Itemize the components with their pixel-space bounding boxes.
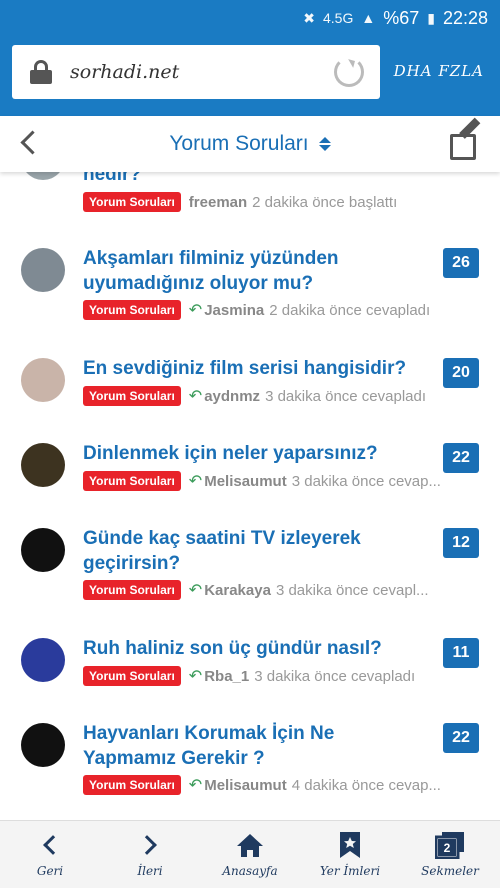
nav-forward-button[interactable]: İleri — [100, 821, 200, 888]
category-badge[interactable]: Yorum Soruları — [83, 386, 181, 406]
clock: 22:28 — [442, 7, 488, 28]
reply-count: 22 — [443, 723, 479, 753]
bottom-navigation: Geri İleri Anasayfa Yer İmleri 2 Sekmele… — [0, 820, 500, 888]
more-button[interactable]: DHA FZLA — [394, 62, 484, 80]
topic-title[interactable]: Ruh haliniz son üç gündür nasıl? — [83, 636, 423, 661]
topic-title[interactable]: Günde kaç saatini TV izleyerek geçirirsi… — [83, 526, 423, 576]
topic-title[interactable]: En sevdiğiniz film serisi hangisidir? — [83, 356, 423, 381]
address-bar[interactable]: sorhadi.net — [12, 45, 380, 99]
topic-user[interactable]: Karakaya — [204, 582, 271, 599]
topic-time: 2 dakika önce başlattı — [252, 193, 398, 211]
topic-title[interactable]: Dinlenmek için neler yaparsınız? — [83, 441, 423, 466]
avatar — [21, 723, 65, 767]
nav-back-button[interactable]: Geri — [0, 821, 100, 888]
avatar — [21, 638, 65, 682]
topic-meta: Yorum Soruları ↶ Jasmina 2 dakika önce c… — [83, 300, 430, 320]
category-badge[interactable]: Yorum Soruları — [83, 192, 181, 212]
signal-icon: ▲ — [361, 10, 376, 26]
back-arrow-icon[interactable] — [18, 130, 42, 158]
chevron-left-icon — [43, 834, 63, 855]
topic-time: 3 dakika önce cevapl... — [275, 581, 429, 599]
tabs-icon: 2 — [435, 831, 465, 859]
topic-time: 3 dakika önce cevapladı — [254, 667, 416, 685]
reply-icon: ↶ — [188, 473, 203, 490]
topic-user[interactable]: Melisaumut — [204, 473, 287, 490]
topic-title[interactable]: Hayvanları Korumak İçin Ne Yapmamız Gere… — [83, 721, 423, 771]
reply-count: 26 — [443, 248, 479, 278]
topic-title[interactable]: Akşamları filminiz yüzünden uyumadığınız… — [83, 246, 423, 296]
avatar — [21, 443, 65, 487]
topic-time: 2 dakika önce cevapladı — [269, 301, 431, 319]
reply-count: 11 — [443, 638, 479, 668]
lock-icon — [30, 60, 52, 84]
category-badge[interactable]: Yorum Soruları — [83, 666, 181, 686]
topic-meta: Yorum Soruları ↶ Melisaumut 3 dakika önc… — [83, 471, 441, 491]
category-badge[interactable]: Yorum Soruları — [83, 471, 181, 491]
page-header: Yorum Soruları — [0, 116, 500, 172]
new-topic-icon[interactable] — [450, 117, 484, 160]
topic-user[interactable]: Melisaumut — [204, 777, 287, 794]
category-badge[interactable]: Yorum Soruları — [83, 300, 181, 320]
nav-home-button[interactable]: Anasayfa — [200, 821, 300, 888]
topic-meta: Yorum Soruları ↶ Karakaya 3 dakika önce … — [83, 580, 429, 600]
reply-icon: ↶ — [188, 582, 203, 599]
nav-back-label: Geri — [36, 863, 64, 878]
topic-user[interactable]: Jasmina — [204, 302, 264, 319]
bookmark-icon — [338, 831, 362, 858]
topic-meta: Yorum Soruları ↶ Rba_1 3 dakika önce cev… — [83, 666, 415, 686]
topic-meta: Yorum Soruları ↶ aydnmz 3 dakika önce ce… — [83, 386, 426, 406]
avatar — [21, 358, 65, 402]
reply-icon: ↶ — [188, 302, 203, 319]
topic-meta: Yorum Soruları ↶ Melisaumut 4 dakika önc… — [83, 775, 441, 795]
nav-bookmarks-button[interactable]: Yer İmleri — [300, 821, 400, 888]
reply-count: 22 — [443, 443, 479, 473]
tabs-count: 2 — [444, 841, 451, 855]
browser-toolbar: sorhadi.net DHA FZLA — [0, 36, 500, 116]
nav-bookmarks-label: Yer İmleri — [319, 863, 381, 878]
topic-time: 4 dakika önce cevap... — [291, 776, 441, 794]
reply-count: 12 — [443, 528, 479, 558]
topic-time: 3 dakika önce cevapladı — [265, 387, 427, 405]
reply-icon: ↶ — [188, 777, 203, 794]
category-badge[interactable]: Yorum Soruları — [83, 775, 181, 795]
status-bar: ✖ 4.5G ▲ %67 ▮ 22:28 — [0, 0, 500, 36]
nav-forward-label: İleri — [137, 863, 163, 878]
sort-icon[interactable] — [318, 137, 331, 151]
battery-icon: ▮ — [427, 9, 435, 26]
avatar — [21, 528, 65, 572]
nav-tabs-button[interactable]: 2 Sekmeler — [400, 821, 500, 888]
url-text[interactable]: sorhadi.net — [70, 61, 179, 83]
topic-list: nedir? Yorum Soruları freeman 2 dakika ö… — [0, 116, 500, 820]
battery-percent: %67 — [383, 7, 420, 28]
topic-time: 3 dakika önce cevap... — [291, 472, 441, 490]
category-badge[interactable]: Yorum Soruları — [83, 580, 181, 600]
reply-icon: ↶ — [188, 668, 203, 685]
avatar — [21, 248, 65, 292]
chevron-right-icon — [137, 834, 157, 855]
network-type: 4.5G — [322, 10, 354, 26]
reload-icon[interactable] — [334, 57, 364, 87]
topic-meta: Yorum Soruları freeman 2 dakika önce baş… — [83, 192, 397, 212]
reply-icon: ↶ — [188, 388, 203, 405]
page-title[interactable]: Yorum Soruları — [169, 132, 308, 156]
topic-user[interactable]: freeman — [189, 194, 247, 211]
reply-count: 20 — [443, 358, 479, 388]
topic-user[interactable]: aydnmz — [204, 388, 260, 405]
nav-tabs-label: Sekmeler — [421, 863, 479, 878]
mute-icon: ✖ — [303, 9, 315, 26]
nav-home-label: Anasayfa — [222, 863, 278, 878]
home-icon — [235, 832, 265, 858]
topic-user[interactable]: Rba_1 — [204, 668, 249, 685]
